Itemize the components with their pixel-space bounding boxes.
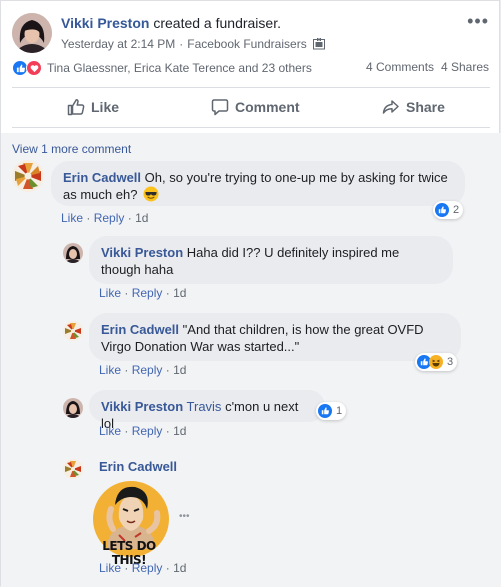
post-meta: Yesterday at 2:14 PM · Facebook Fundrais… [61,37,325,51]
divider [12,127,490,128]
haha-reaction-icon [429,355,443,369]
replier-avatar[interactable] [63,243,83,263]
separator-dot: · [165,561,170,575]
reply-actions: Like · Reply · 1d [99,561,186,575]
divider [12,87,490,88]
meta-separator: · [179,37,184,51]
separator-dot: · [124,363,129,377]
lets-do-this-sticker: LETS DO THIS! [87,479,171,567]
reply-bubble: Vikki Preston Travis c'mon u next lol [89,390,325,431]
reply-like-link[interactable]: Like [99,286,121,300]
replier-name[interactable]: Vikki Preston [101,245,183,260]
fundraiser-post-card: Vikki Preston created a fundraiser. Yest… [0,0,501,587]
separator-dot: · [124,424,129,438]
post-action-text: created a fundraiser. [153,15,281,31]
separator-dot: · [127,211,132,225]
separator-dot: · [165,363,170,377]
post-time[interactable]: Yesterday at 2:14 PM [61,37,175,51]
comment-icon [211,99,229,116]
separator-dot: · [165,424,170,438]
sunglasses-emoji-icon [143,186,159,206]
replier-avatar[interactable] [63,459,83,479]
reply-reply-link[interactable]: Reply [132,424,163,438]
comment-like-link[interactable]: Like [61,211,83,225]
reaction-count: 2 [453,204,460,216]
reaction-count: 1 [336,405,343,417]
comment-options-icon[interactable]: ••• [179,511,190,522]
thumbs-up-icon [67,99,85,116]
reply-reply-link[interactable]: Reply [132,561,163,575]
fundraiser-icon [312,38,325,50]
like-button[interactable]: Like [67,97,119,117]
reply-reply-link[interactable]: Reply [132,363,163,377]
reply-actions: Like · Reply · 1d [99,286,186,300]
share-icon [382,100,399,114]
comment-time[interactable]: 1d [135,211,148,225]
share-button[interactable]: Share [382,97,445,117]
share-label: Share [406,99,445,115]
mention-link[interactable]: Travis [187,399,222,414]
comment-button[interactable]: Comment [211,97,300,117]
comment-reactions-badge[interactable]: 2 [433,201,464,219]
reaction-count: 3 [447,356,454,368]
reactors-text[interactable]: Tina Glaessner, Erica Kate Terence and 2… [47,61,312,75]
reply-time[interactable]: 1d [173,424,186,438]
reply-bubble: Vikki Preston Haha did I?? U definitely … [89,236,453,284]
like-reaction-icon [435,203,449,217]
post-source[interactable]: Facebook Fundraisers [187,37,306,51]
reply-actions: Like · Reply · 1d [99,363,186,377]
author-avatar[interactable] [12,13,52,53]
replier-avatar[interactable] [63,398,83,418]
shares-count[interactable]: 4 Shares [441,60,489,74]
replier-avatar[interactable] [63,321,83,341]
replier-name[interactable]: Erin Cadwell [101,322,179,337]
comment-label: Comment [235,99,300,115]
reply-like-link[interactable]: Like [99,424,121,438]
reply-reactions-badge[interactable]: 3 [415,353,458,371]
commenter-avatar[interactable] [12,160,44,192]
separator-dot: · [165,286,170,300]
post-author-name[interactable]: Vikki Preston [61,15,149,31]
post-options-icon[interactable]: ••• [467,11,489,32]
reply-reply-link[interactable]: Reply [132,286,163,300]
comments-count[interactable]: 4 Comments [366,60,434,74]
separator-dot: · [86,211,91,225]
view-more-comments-link[interactable]: View 1 more comment [12,142,131,156]
reply-time[interactable]: 1d [173,561,186,575]
reply-bubble: Erin Cadwell "And that children, is how … [89,313,461,361]
replier-name[interactable]: Erin Cadwell [99,459,177,474]
reply-like-link[interactable]: Like [99,561,121,575]
post-header-line: Vikki Preston created a fundraiser. [61,15,281,31]
comment-actions: Like · Reply · 1d [61,211,148,225]
like-reaction-icon [318,404,332,418]
comment-reply-link[interactable]: Reply [94,211,125,225]
separator-dot: · [124,286,129,300]
replier-name[interactable]: Vikki Preston [101,399,183,414]
reply-reactions-badge[interactable]: 1 [316,402,347,420]
reply-time[interactable]: 1d [173,286,186,300]
like-label: Like [91,99,120,115]
love-reaction-icon [26,60,42,76]
reply-actions: Like · Reply · 1d [99,424,186,438]
reactions-summary[interactable]: Tina Glaessner, Erica Kate Terence and 2… [12,60,312,76]
reply-time[interactable]: 1d [173,363,186,377]
separator-dot: · [124,561,129,575]
reply-like-link[interactable]: Like [99,363,121,377]
comment-bubble: Erin Cadwell Oh, so you're trying to one… [51,161,465,206]
commenter-name[interactable]: Erin Cadwell [63,170,141,185]
